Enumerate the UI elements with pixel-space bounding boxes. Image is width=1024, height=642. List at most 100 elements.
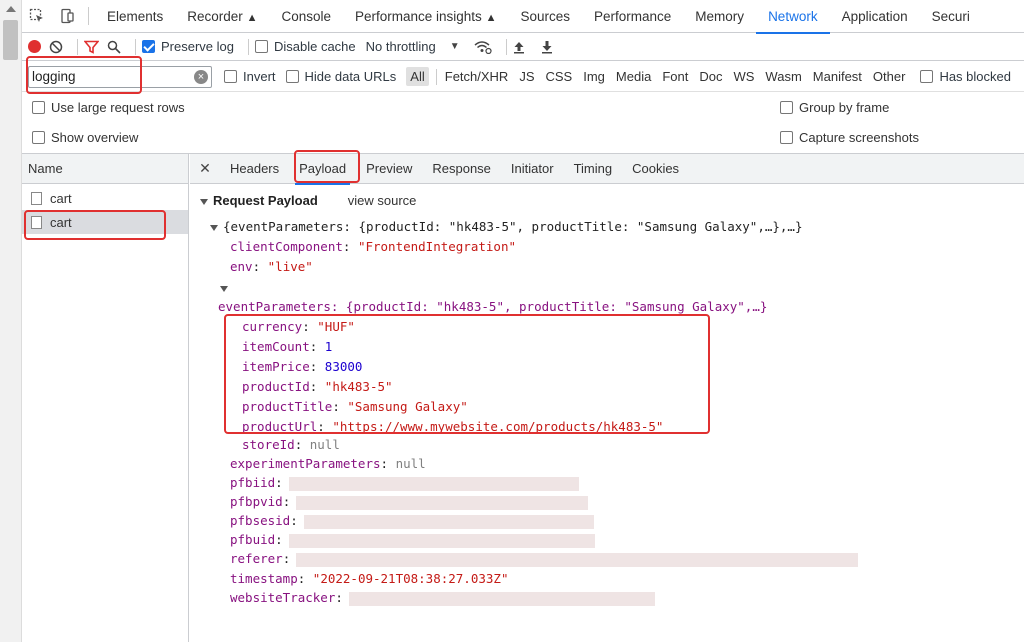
filter-type-ws[interactable]: WS [729,67,758,86]
payload-line: productUrl: "https://www.mywebsite.com/p… [242,419,663,434]
tab-sources[interactable]: Sources [508,0,582,33]
flask-icon: ▲ [485,11,497,24]
payload-view: Request Payload view source {eventParamet… [190,185,1024,641]
export-har-button[interactable] [541,33,553,61]
show-overview-check-icon [32,130,45,144]
event-params-summary: eventParameters: {productId: "hk483-5", … [218,299,768,314]
invert-label: Invert [243,69,276,84]
filter-type-img[interactable]: Img [579,67,609,86]
tab-performance[interactable]: Performance [582,0,683,33]
tab-response[interactable]: Response [422,154,501,184]
disable-cache-checkbox[interactable]: Disable cache [254,33,356,61]
tab-initiator[interactable]: Initiator [501,154,564,184]
colon: : [294,437,310,452]
close-detail-icon[interactable]: ✕ [190,160,220,177]
document-icon [31,215,42,229]
root-summary-text: {eventParameters: {productId: "hk483-5",… [223,219,803,234]
request-name: cart [50,214,72,230]
network-toolbar: Preserve log Disable cache No throttling… [22,33,1024,61]
tab-elements[interactable]: Elements [95,0,175,33]
payload-line: pfbsesid: [230,513,594,529]
request-payload-header[interactable]: Request Payload view source [200,193,416,208]
payload-key: pfbpvid [230,494,283,509]
event-params-summary-line[interactable]: eventParameters: {productId: "hk483-5", … [218,299,767,314]
capture-screenshots-checkbox[interactable]: Capture screenshots [780,130,919,145]
filter-type-fetch-xhr[interactable]: Fetch/XHR [441,67,513,86]
section-title: Request Payload [213,193,318,208]
hide-data-urls-checkbox[interactable]: Hide data URLs [285,69,396,84]
payload-key: pfbiid [230,475,276,490]
payload-line: storeId: null [242,437,340,452]
tab-application[interactable]: Application [830,0,920,33]
tab-timing[interactable]: Timing [564,154,623,184]
payload-value: "FrontendIntegration" [357,239,516,254]
redacted-value [296,495,589,510]
filter-type-all[interactable]: All [406,67,429,86]
payload-value: 83000 [324,359,363,374]
device-toolbar-icon[interactable] [52,0,82,33]
preserve-log-checkbox[interactable]: Preserve log [142,33,234,61]
payload-value: "hk483-5" [324,379,393,394]
tab-recorder[interactable]: Recorder ▲ [175,0,269,33]
request-row[interactable]: cart [22,186,188,210]
payload-key: pfbuid [230,532,276,547]
tab-headers[interactable]: Headers [220,154,289,184]
filter-type-other[interactable]: Other [869,67,910,86]
expand-triangle-icon [220,285,228,292]
clear-button[interactable] [49,33,63,61]
name-column-header[interactable]: Name [22,154,188,184]
page-scrollbar[interactable] [0,0,22,642]
payload-key: currency [242,319,303,334]
large-rows-label: Use large request rows [51,99,185,115]
event-params-toggle[interactable] [220,281,233,295]
payload-key: clientComponent [230,239,343,254]
tab-payload[interactable]: Payload [289,154,356,185]
tab-memory[interactable]: Memory [683,0,756,33]
wifi-settings-icon [474,40,492,54]
filter-type-js[interactable]: JS [515,67,538,86]
import-har-button[interactable] [513,33,525,61]
filter-separator [435,68,437,85]
filter-input[interactable] [29,66,189,87]
payload-value: "live" [267,259,313,274]
filter-type-css[interactable]: CSS [542,67,577,86]
view-source-link[interactable]: view source [348,193,417,208]
record-button[interactable] [28,33,41,61]
toolbar-separator [247,38,249,55]
colon: : [297,571,313,586]
network-conditions-button[interactable] [474,33,492,61]
group-by-frame-checkbox[interactable]: Group by frame [780,100,889,115]
filter-type-media[interactable]: Media [612,67,655,86]
colon: : [309,359,325,374]
scroll-up-arrow-icon[interactable] [6,6,16,12]
filter-type-doc[interactable]: Doc [695,67,726,86]
filter-type-wasm[interactable]: Wasm [761,67,805,86]
payload-value: null [309,437,340,452]
tab-security[interactable]: Securi [920,0,982,33]
inspect-element-icon[interactable] [22,0,52,33]
payload-line: pfbiid: [230,475,579,491]
filter-toggle-button[interactable] [84,33,99,61]
flask-icon: ▲ [246,11,258,24]
payload-value: "https://www.mywebsite.com/products/hk48… [332,419,664,434]
colon: : [335,590,343,605]
has-blocked-cookies-checkbox[interactable]: Has blocked [920,69,1011,84]
tab-network[interactable]: Network [756,0,830,34]
search-button[interactable] [107,33,121,61]
throttling-select[interactable]: No throttling ▼ [366,33,460,61]
scrollbar-thumb[interactable] [3,20,18,60]
filter-type-font[interactable]: Font [658,67,692,86]
redacted-value [288,533,595,548]
tab-performance-insights[interactable]: Performance insights ▲ [343,0,508,33]
filter-type-manifest[interactable]: Manifest [809,67,866,86]
tab-preview[interactable]: Preview [356,154,422,184]
clear-filter-icon[interactable]: × [194,69,208,84]
large-rows-checkbox[interactable]: Use large request rows [32,100,185,115]
tab-console[interactable]: Console [269,0,343,33]
payload-root-summary[interactable]: {eventParameters: {productId: "hk483-5",… [210,219,802,234]
request-row-selected[interactable]: cart [22,210,188,234]
request-name: cart [50,190,72,206]
tab-cookies[interactable]: Cookies [622,154,689,184]
invert-checkbox[interactable]: Invert [224,69,276,84]
show-overview-checkbox[interactable]: Show overview [32,130,138,145]
